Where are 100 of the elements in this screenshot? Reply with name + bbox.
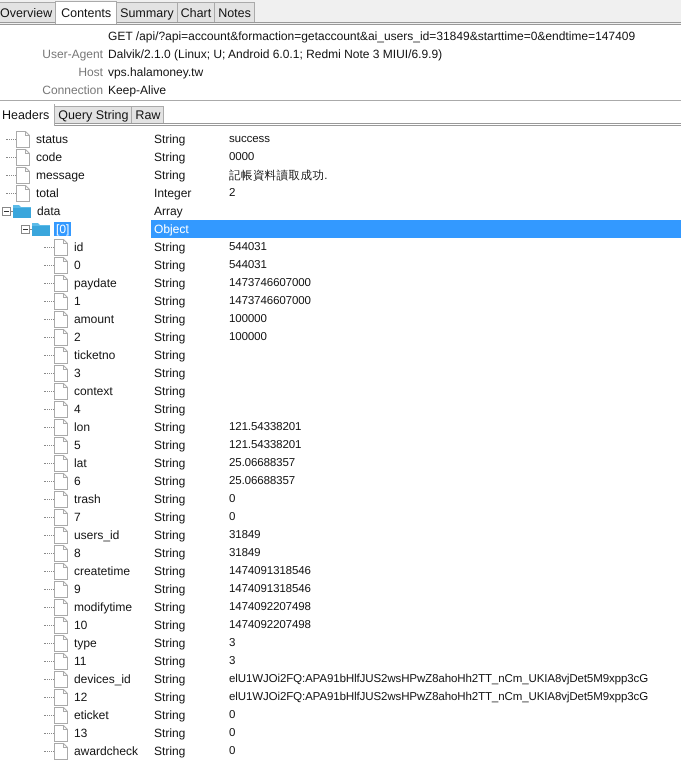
file-icon	[54, 490, 68, 508]
folder-icon	[13, 204, 31, 218]
node-value: elU1WJOi2FQ:APA91bHlfJUS2wsHPwZ8ahoHh2TT_nCm_UKIA8vjDet5M9xpp3cG	[229, 673, 648, 685]
node-type: String	[153, 312, 186, 326]
node-name[interactable]: devices_id	[72, 672, 133, 686]
node-name[interactable]: awardcheck	[72, 744, 140, 758]
file-icon	[54, 436, 68, 454]
node-name[interactable]: 9	[72, 582, 83, 596]
file-icon	[54, 310, 68, 328]
node-name[interactable]: createtime	[72, 564, 132, 578]
node-value: 0	[229, 709, 236, 721]
tab[interactable]: Query String	[54, 106, 132, 123]
collapse-icon[interactable]	[2, 206, 11, 216]
node-type: String	[153, 528, 186, 542]
node-type: String	[153, 726, 186, 740]
header-value: Dalvik/2.1.0 (Linux; U; Android 6.0.1; Redmi Note 3 MIUI/6.9.9)	[108, 47, 442, 61]
node-value: 1474091318546	[229, 565, 311, 577]
node-name[interactable]: amount	[72, 312, 116, 326]
node-name[interactable]: 12	[72, 690, 90, 704]
node-name[interactable]: modifytime	[72, 600, 134, 614]
node-name[interactable]: message	[34, 168, 87, 182]
node-value: 31849	[229, 547, 260, 559]
file-icon	[54, 634, 68, 652]
node-name[interactable]: context	[72, 384, 115, 398]
tab[interactable]: Notes	[214, 2, 255, 22]
node-type: String	[153, 636, 186, 650]
node-value: 1474092207498	[229, 619, 311, 631]
node-name[interactable]: 1	[72, 294, 83, 308]
node-name[interactable]: 5	[72, 438, 83, 452]
node-type: String	[153, 438, 186, 452]
node-type: Integer	[153, 186, 192, 200]
node-name[interactable]: id	[72, 240, 86, 254]
tab[interactable]: Contents	[55, 1, 118, 24]
tab[interactable]: Summary	[116, 2, 178, 22]
node-type: String	[153, 492, 186, 506]
node-type: String	[153, 150, 186, 164]
node-name[interactable]: 0	[72, 258, 83, 272]
header-name: User-Agent	[42, 47, 103, 61]
node-name[interactable]: total	[34, 186, 61, 200]
node-type: String	[153, 510, 186, 524]
header-value: GET /api/?api=account&formaction=getaccount&ai_users_id=31849&starttime=0&endtime=147409	[108, 29, 636, 43]
file-icon	[54, 652, 68, 670]
file-icon	[16, 166, 30, 184]
node-value: 記帳資料讀取成功.	[229, 168, 328, 182]
node-type: String	[153, 348, 186, 362]
file-icon	[54, 454, 68, 472]
node-value: 25.06688357	[229, 475, 296, 487]
file-icon	[16, 148, 30, 166]
node-type: String	[153, 456, 186, 470]
file-icon	[54, 256, 68, 274]
node-name[interactable]: ticketno	[72, 348, 118, 362]
node-value: 1474091318546	[229, 583, 311, 595]
node-type: String	[153, 582, 186, 596]
node-name[interactable]: eticket	[72, 708, 111, 722]
node-type: Array	[153, 204, 184, 218]
node-name[interactable]: 3	[72, 366, 83, 380]
tab[interactable]: Headers	[0, 104, 56, 126]
node-name[interactable]: 10	[72, 618, 90, 632]
node-type: String	[153, 294, 186, 308]
node-name[interactable]: lat	[72, 456, 89, 470]
file-icon	[54, 562, 68, 580]
node-name[interactable]: 11	[72, 654, 88, 668]
node-value: success	[229, 133, 270, 145]
node-name[interactable]: users_id	[72, 528, 122, 542]
node-type: String	[153, 474, 186, 488]
tab[interactable]: Chart	[176, 2, 216, 22]
node-name[interactable]: trash	[72, 492, 103, 506]
tab[interactable]: Raw	[131, 106, 164, 123]
node-name[interactable]: 6	[72, 474, 83, 488]
node-name[interactable]: status	[34, 132, 70, 146]
node-type: String	[153, 276, 186, 290]
file-icon	[54, 526, 68, 544]
collapse-icon[interactable]	[21, 224, 30, 234]
node-name[interactable]: 7	[72, 510, 83, 524]
node-value: 1474092207498	[229, 601, 311, 613]
node-type: String	[153, 600, 186, 614]
node-name[interactable]: 4	[72, 402, 83, 416]
file-icon	[54, 472, 68, 490]
file-icon	[54, 328, 68, 346]
node-type: String	[153, 384, 186, 398]
node-name[interactable]: paydate	[72, 276, 119, 290]
node-name[interactable]: 2	[72, 330, 83, 344]
node-name[interactable]: 13	[72, 726, 90, 740]
file-icon	[54, 274, 68, 292]
node-value: 1473746607000	[229, 277, 311, 289]
node-name[interactable]: lon	[72, 420, 92, 434]
node-value: elU1WJOi2FQ:APA91bHlfJUS2wsHPwZ8ahoHh2TT_nCm_UKIA8vjDet5M9xpp3cG	[229, 691, 648, 703]
node-value: 100000	[229, 313, 267, 325]
file-icon	[54, 400, 68, 418]
node-type: String	[153, 132, 186, 146]
node-type: String	[153, 240, 186, 254]
tab[interactable]: Overview	[0, 2, 56, 22]
node-name[interactable]: 8	[72, 546, 83, 560]
node-name[interactable]: type	[72, 636, 99, 650]
file-icon	[54, 418, 68, 436]
node-name[interactable]: code	[34, 150, 64, 164]
node-type: String	[153, 366, 186, 380]
file-icon	[54, 706, 68, 724]
file-icon	[54, 580, 68, 598]
node-name[interactable]: data	[35, 204, 62, 218]
